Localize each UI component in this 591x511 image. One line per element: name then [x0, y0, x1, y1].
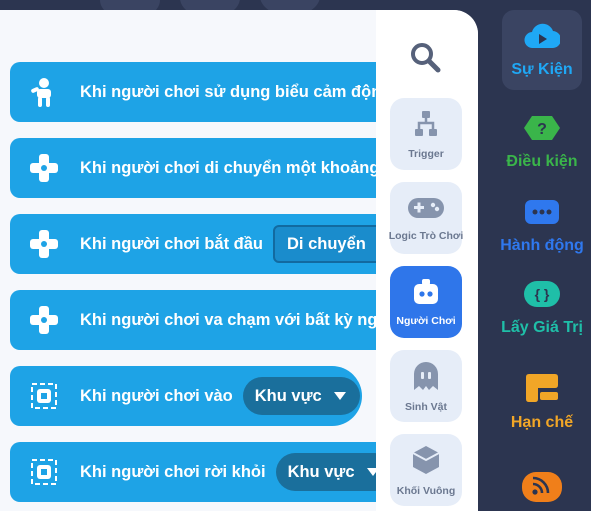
search-icon[interactable] [408, 40, 442, 79]
dropdown-value: Di chuyển [287, 234, 366, 253]
block-text: Khi người chơi di chuyển một khoảng c [80, 158, 376, 177]
cube-icon [411, 444, 441, 481]
area-dropdown[interactable]: Khu vực [242, 377, 360, 415]
player-icon [411, 278, 441, 311]
gamepad-icon [407, 195, 445, 226]
sidebar-item-events[interactable]: Sự Kiện [502, 10, 582, 90]
trigger-icon [411, 109, 441, 144]
block-flyout-panel: Khi người chơi sử dụng biểu cảm động Khi… [0, 10, 478, 511]
dpad-icon [26, 302, 62, 338]
rss-icon [522, 472, 562, 507]
area-icon [26, 454, 62, 490]
value-icon: { } [523, 280, 561, 313]
category-label: Trigger [408, 147, 444, 160]
category-label: Sinh Vật [404, 400, 447, 413]
block-player-leave[interactable]: Khi người chơi rời khỏi Khu vực [10, 442, 376, 502]
action-icon [524, 198, 560, 231]
restrict-icon [524, 373, 560, 408]
sidebar-label: Điều kiện [506, 152, 578, 170]
category-game-logic[interactable]: Logic Trò Chơi [388, 182, 464, 254]
svg-text:?: ? [537, 121, 547, 138]
category-label: Khối Vuông [396, 484, 456, 497]
ghost-icon [411, 360, 441, 397]
block-text: Khi người chơi sử dụng biểu cảm động [80, 82, 376, 101]
dropdown-arrow-icon [366, 468, 376, 476]
category-sidebar: Sự Kiện ? Điều kiện Hành động { } Lấy Gi… [478, 0, 591, 511]
category-label: Người Chơi [396, 314, 456, 327]
sidebar-item-restrict[interactable]: Hạn chế [502, 362, 582, 442]
category-label: Logic Trò Chơi [388, 229, 464, 242]
block-text: Khi người chơi rời khỏi [80, 462, 266, 481]
block-player-collide[interactable]: Khi người chơi va chạm với bất kỳ người [10, 290, 376, 350]
block-player-move-distance[interactable]: Khi người chơi di chuyển một khoảng c [10, 138, 376, 198]
block-player-emote[interactable]: Khi người chơi sử dụng biểu cảm động [10, 62, 376, 122]
area-dropdown[interactable]: Khu vực [275, 453, 376, 491]
block-player-start[interactable]: Khi người chơi bắt đầu Di chuyển [10, 214, 376, 274]
area-icon [26, 378, 62, 414]
svg-text:{ }: { } [535, 286, 550, 302]
dropdown-value: Khu vực [254, 386, 322, 405]
block-player-enter[interactable]: Khi người chơi vào Khu vực [10, 366, 362, 426]
action-dropdown[interactable]: Di chuyển [273, 225, 376, 263]
sidebar-label: Hạn chế [510, 413, 574, 431]
sidebar-label: Hành động [500, 236, 584, 254]
category-creature[interactable]: Sinh Vật [390, 350, 462, 422]
sidebar-item-conditions[interactable]: ? Điều kiện [502, 102, 582, 182]
block-text: Khi người chơi vào [80, 386, 233, 405]
dropdown-arrow-icon [333, 392, 346, 400]
dpad-icon [26, 150, 62, 186]
block-text: Khi người chơi bắt đầu [80, 234, 263, 253]
player-emote-icon [26, 74, 62, 110]
sidebar-item-get-value[interactable]: { } Lấy Giá Trị [501, 268, 583, 348]
category-player[interactable]: Người Chơi [390, 266, 462, 338]
category-block[interactable]: Khối Vuông [390, 434, 462, 506]
category-trigger[interactable]: Trigger [390, 98, 462, 170]
sidebar-label: Lấy Giá Trị [501, 318, 583, 336]
sidebar-label: Sự Kiện [511, 60, 573, 78]
block-text: Khi người chơi va chạm với bất kỳ người [80, 310, 376, 329]
block-list: Khi người chơi sử dụng biểu cảm động Khi… [10, 62, 376, 511]
condition-icon: ? [523, 114, 561, 147]
category-column: Trigger Logic Trò Chơi Người Chơi Sinh V… [376, 10, 478, 511]
event-icon [524, 22, 562, 55]
sidebar-item-actions[interactable]: Hành động [500, 186, 584, 266]
dropdown-value: Khu vực [287, 462, 355, 481]
sidebar-item-feed[interactable] [502, 454, 582, 511]
dpad-icon [26, 226, 62, 262]
